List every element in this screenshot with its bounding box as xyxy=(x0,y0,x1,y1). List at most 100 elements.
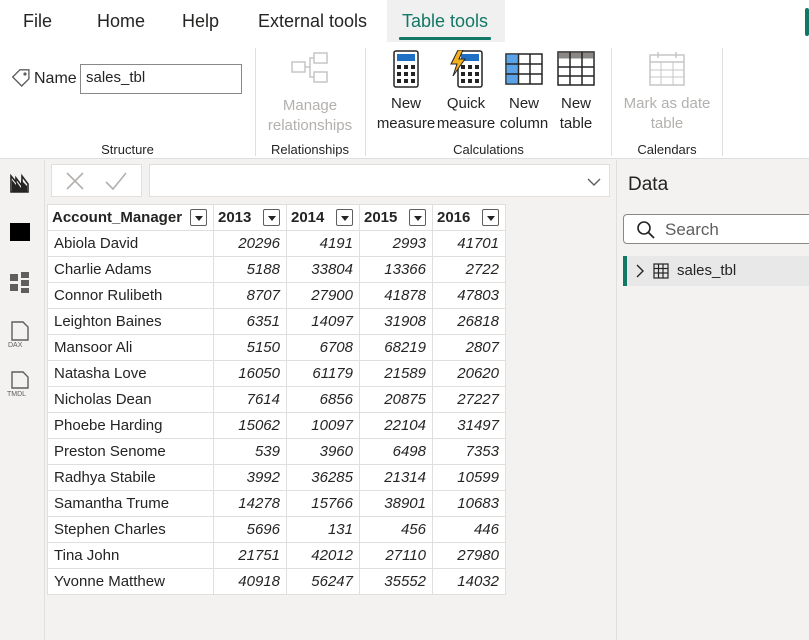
formula-input[interactable] xyxy=(149,164,610,197)
cell-account-manager[interactable]: Tina John xyxy=(47,542,214,569)
cell-value-2014[interactable]: 10097 xyxy=(286,412,360,439)
filter-dropdown-icon[interactable] xyxy=(190,209,208,227)
filter-dropdown-icon[interactable] xyxy=(336,209,354,227)
cell-value-2016[interactable]: 2807 xyxy=(432,334,506,361)
cell-value-2014[interactable]: 4191 xyxy=(286,230,360,257)
cell-value-2014[interactable]: 56247 xyxy=(286,568,360,595)
cell-value-2015[interactable]: 68219 xyxy=(359,334,433,361)
quick-measure-button[interactable]: Quick measure xyxy=(436,50,496,134)
tab-external-tools[interactable]: External tools xyxy=(258,0,367,42)
table-row[interactable]: Natasha Love 16050 61179 21589 20620 xyxy=(47,360,506,387)
cell-account-manager[interactable]: Stephen Charles xyxy=(47,516,214,543)
cell-value-2016[interactable]: 7353 xyxy=(432,438,506,465)
cell-value-2013[interactable]: 8707 xyxy=(213,282,287,309)
cell-value-2016[interactable]: 2722 xyxy=(432,256,506,283)
filter-dropdown-icon[interactable] xyxy=(263,209,281,227)
cell-value-2016[interactable]: 27980 xyxy=(432,542,506,569)
tmdl-view-icon[interactable]: TMDL xyxy=(6,370,34,398)
table-row[interactable]: Mansoor Ali 5150 6708 68219 2807 xyxy=(47,334,506,361)
cell-value-2014[interactable]: 15766 xyxy=(286,490,360,517)
cell-value-2015[interactable]: 13366 xyxy=(359,256,433,283)
cell-value-2015[interactable]: 20875 xyxy=(359,386,433,413)
cell-value-2013[interactable]: 7614 xyxy=(213,386,287,413)
cell-value-2016[interactable]: 41701 xyxy=(432,230,506,257)
cell-value-2014[interactable]: 6708 xyxy=(286,334,360,361)
cell-value-2013[interactable]: 5696 xyxy=(213,516,287,543)
cell-value-2016[interactable]: 27227 xyxy=(432,386,506,413)
cell-value-2015[interactable]: 21314 xyxy=(359,464,433,491)
cell-value-2013[interactable]: 539 xyxy=(213,438,287,465)
manage-relationships-button[interactable]: Manage relationships xyxy=(256,50,364,136)
tab-file[interactable]: File xyxy=(23,0,52,42)
cell-value-2015[interactable]: 456 xyxy=(359,516,433,543)
cell-value-2013[interactable]: 6351 xyxy=(213,308,287,335)
cell-value-2016[interactable]: 10683 xyxy=(432,490,506,517)
cell-account-manager[interactable]: Connor Rulibeth xyxy=(47,282,214,309)
cell-value-2014[interactable]: 3960 xyxy=(286,438,360,465)
table-row[interactable]: Connor Rulibeth 8707 27900 41878 47803 xyxy=(47,282,506,309)
cell-value-2016[interactable]: 47803 xyxy=(432,282,506,309)
cell-account-manager[interactable]: Mansoor Ali xyxy=(47,334,214,361)
cell-value-2013[interactable]: 14278 xyxy=(213,490,287,517)
cell-account-manager[interactable]: Charlie Adams xyxy=(47,256,214,283)
model-view-icon[interactable] xyxy=(8,270,32,294)
cell-value-2014[interactable]: 14097 xyxy=(286,308,360,335)
tab-home[interactable]: Home xyxy=(97,0,145,42)
cell-account-manager[interactable]: Samantha Trume xyxy=(47,490,214,517)
commit-check-icon[interactable] xyxy=(104,171,128,191)
cell-value-2013[interactable]: 3992 xyxy=(213,464,287,491)
table-name-input[interactable]: sales_tbl xyxy=(80,64,242,94)
cell-account-manager[interactable]: Nicholas Dean xyxy=(47,386,214,413)
table-row[interactable]: Radhya Stabile 3992 36285 21314 10599 xyxy=(47,464,506,491)
column-header-account-manager[interactable]: Account_Manager xyxy=(47,204,214,231)
cell-value-2013[interactable]: 5150 xyxy=(213,334,287,361)
cell-value-2016[interactable]: 20620 xyxy=(432,360,506,387)
cell-account-manager[interactable]: Yvonne Matthew xyxy=(47,568,214,595)
cell-value-2013[interactable]: 5188 xyxy=(213,256,287,283)
cell-value-2015[interactable]: 6498 xyxy=(359,438,433,465)
dax-query-view-icon[interactable]: DAX xyxy=(6,320,34,348)
cell-value-2014[interactable]: 27900 xyxy=(286,282,360,309)
table-row[interactable]: Charlie Adams 5188 33804 13366 2722 xyxy=(47,256,506,283)
cell-account-manager[interactable]: Leighton Baines xyxy=(47,308,214,335)
chevron-right-icon[interactable] xyxy=(635,264,645,278)
table-row[interactable]: Stephen Charles 5696 131 456 446 xyxy=(47,516,506,543)
cell-value-2014[interactable]: 42012 xyxy=(286,542,360,569)
table-row[interactable]: Tina John 21751 42012 27110 27980 xyxy=(47,542,506,569)
cell-value-2013[interactable]: 21751 xyxy=(213,542,287,569)
cell-value-2016[interactable]: 446 xyxy=(432,516,506,543)
column-header-2015[interactable]: 2015 xyxy=(359,204,433,231)
table-view-icon[interactable] xyxy=(8,220,32,244)
cell-value-2013[interactable]: 15062 xyxy=(213,412,287,439)
cell-value-2015[interactable]: 35552 xyxy=(359,568,433,595)
cell-value-2013[interactable]: 16050 xyxy=(213,360,287,387)
cell-account-manager[interactable]: Phoebe Harding xyxy=(47,412,214,439)
tab-help[interactable]: Help xyxy=(182,0,219,42)
cell-value-2014[interactable]: 33804 xyxy=(286,256,360,283)
filter-dropdown-icon[interactable] xyxy=(409,209,427,227)
cell-value-2015[interactable]: 27110 xyxy=(359,542,433,569)
filter-dropdown-icon[interactable] xyxy=(482,209,500,227)
cell-value-2016[interactable]: 26818 xyxy=(432,308,506,335)
search-input[interactable]: Search xyxy=(623,214,809,244)
cancel-icon[interactable] xyxy=(64,171,86,191)
cell-account-manager[interactable]: Radhya Stabile xyxy=(47,464,214,491)
chevron-down-icon[interactable] xyxy=(587,177,601,187)
cell-account-manager[interactable]: Natasha Love xyxy=(47,360,214,387)
table-row[interactable]: Phoebe Harding 15062 10097 22104 31497 xyxy=(47,412,506,439)
table-row[interactable]: Yvonne Matthew 40918 56247 35552 14032 xyxy=(47,568,506,595)
table-row[interactable]: Abiola David 20296 4191 2993 41701 xyxy=(47,230,506,257)
cell-value-2016[interactable]: 10599 xyxy=(432,464,506,491)
table-row[interactable]: Preston Senome 539 3960 6498 7353 xyxy=(47,438,506,465)
cell-value-2013[interactable]: 40918 xyxy=(213,568,287,595)
cell-value-2014[interactable]: 36285 xyxy=(286,464,360,491)
cell-account-manager[interactable]: Preston Senome xyxy=(47,438,214,465)
new-column-button[interactable]: New column xyxy=(496,50,552,134)
cell-value-2015[interactable]: 38901 xyxy=(359,490,433,517)
cell-value-2015[interactable]: 2993 xyxy=(359,230,433,257)
mark-as-date-table-button[interactable]: Mark as date table xyxy=(612,50,722,134)
cell-value-2014[interactable]: 131 xyxy=(286,516,360,543)
cell-value-2015[interactable]: 22104 xyxy=(359,412,433,439)
column-header-2013[interactable]: 2013 xyxy=(213,204,287,231)
new-table-button[interactable]: New table xyxy=(554,50,598,134)
